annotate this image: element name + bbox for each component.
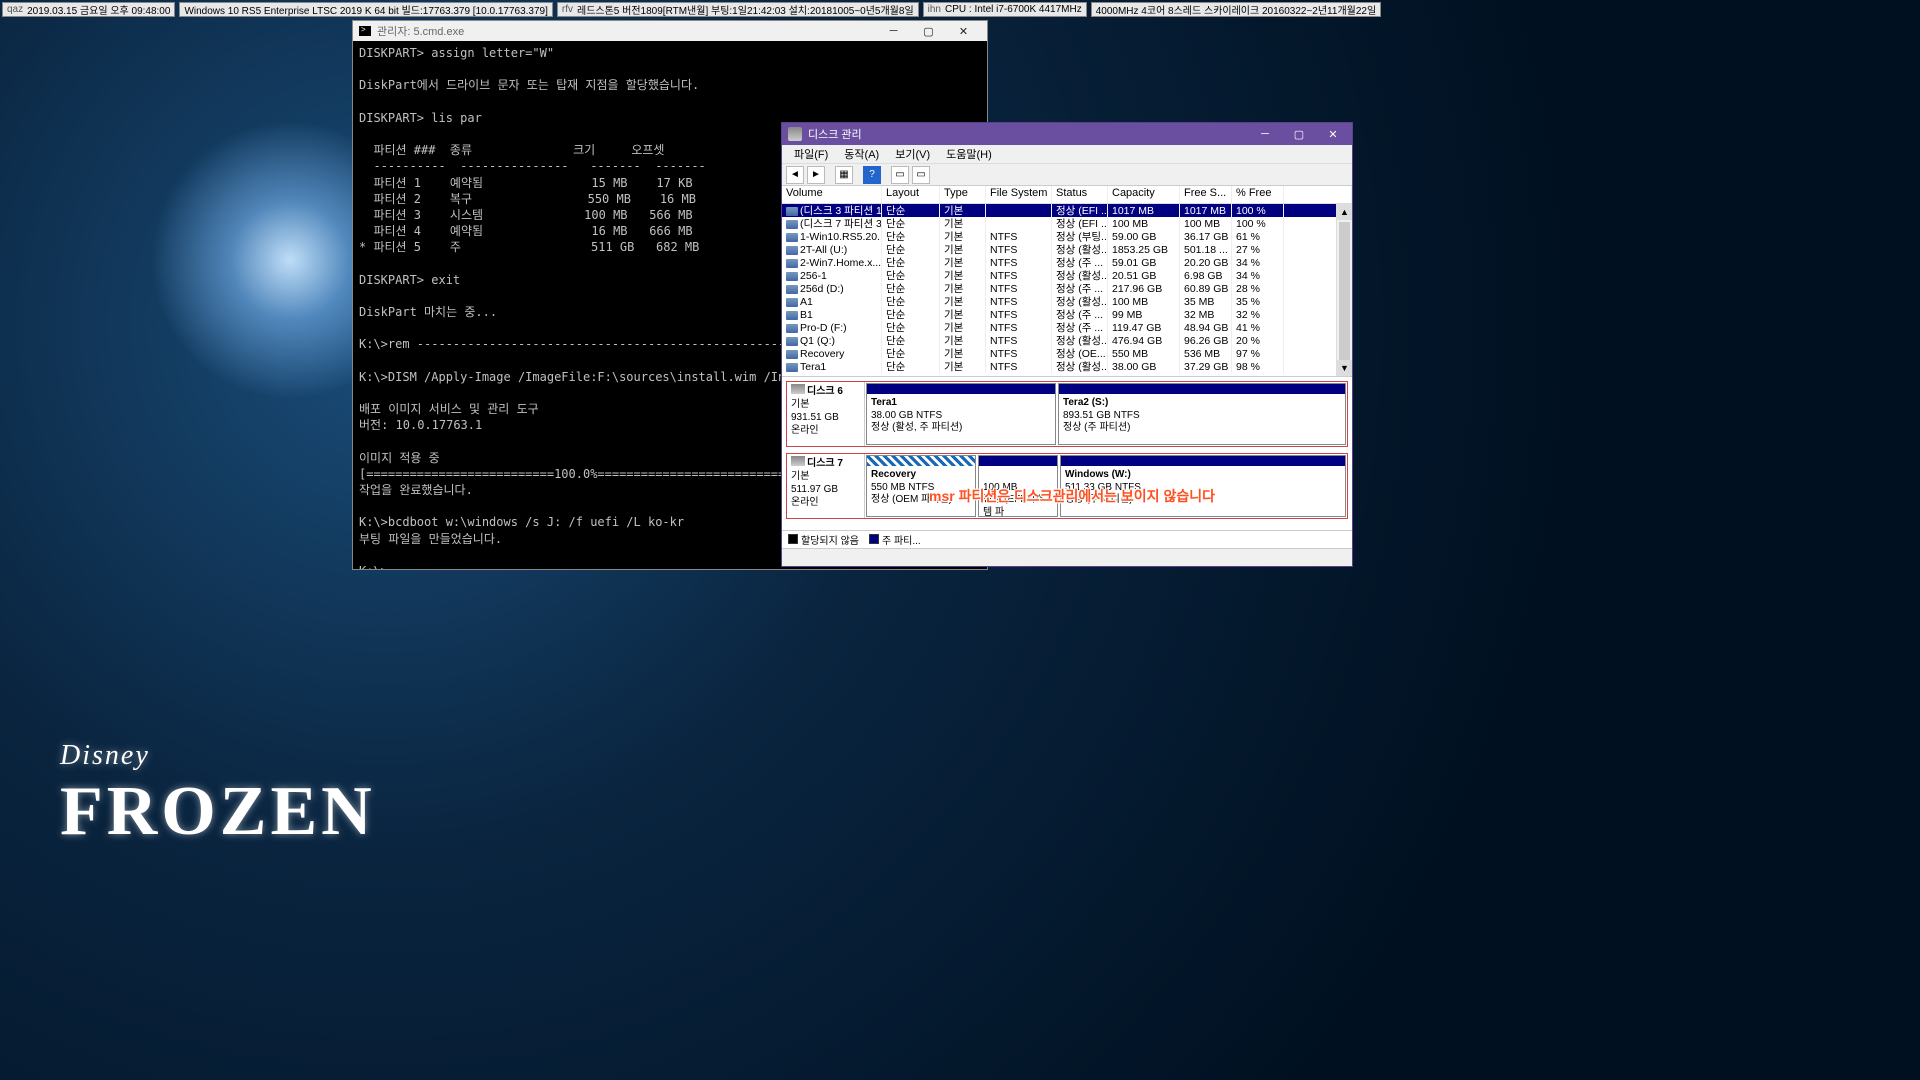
disk-block[interactable]: 디스크 6기본931.51 GB온라인Tera138.00 GB NTFS정상 … (786, 381, 1348, 447)
desktop-info-bars: qaz2019.03.15 금요일 오후 09:48:00 Windows 10 … (0, 0, 1920, 19)
scrollbar[interactable]: ▲ ▼ (1336, 204, 1352, 376)
menu-item[interactable]: 도움말(H) (938, 144, 1000, 164)
close-button[interactable]: ✕ (946, 22, 981, 40)
info-bar: rfv레드스톤5 버전1809[RTM낸월] 부팅:1일21:42:03 설치:… (557, 2, 919, 17)
disk-icon (788, 127, 802, 141)
volume-row[interactable]: A1단순기본NTFS정상 (활성...100 MB35 MB35 % (782, 295, 1352, 308)
dm-legend: 할당되지 않음 주 파티... (782, 530, 1352, 548)
dm-menubar[interactable]: 파일(F)동작(A)보기(V)도움말(H) (782, 145, 1352, 164)
close-button[interactable]: ✕ (1316, 124, 1350, 144)
column-header[interactable]: Layout (882, 186, 940, 203)
menu-item[interactable]: 동작(A) (836, 144, 887, 164)
disk-management-window[interactable]: 디스크 관리 ─ ▢ ✕ 파일(F)동작(A)보기(V)도움말(H) ◄ ► ▦… (781, 122, 1353, 567)
volume-row[interactable]: 256-1단순기본NTFS정상 (활성...20.51 GB6.98 GB34 … (782, 269, 1352, 282)
column-header[interactable]: Capacity (1108, 186, 1180, 203)
disk-graphical-view[interactable]: 디스크 6기본931.51 GB온라인Tera138.00 GB NTFS정상 … (782, 376, 1352, 530)
volume-row[interactable]: 256d (D:)단순기본NTFS정상 (주 ...217.96 GB60.89… (782, 282, 1352, 295)
scroll-thumb[interactable] (1339, 222, 1350, 362)
partition[interactable]: Tera2 (S:)893.51 GB NTFS정상 (주 파티션) (1058, 383, 1346, 445)
volume-row[interactable]: B1단순기본NTFS정상 (주 ...99 MB32 MB32 % (782, 308, 1352, 321)
volume-row[interactable]: Tera1단순기본NTFS정상 (활성...38.00 GB37.29 GB98… (782, 360, 1352, 373)
volume-row[interactable]: Recovery단순기본NTFS정상 (OE...550 MB536 MB97 … (782, 347, 1352, 360)
legend-unallocated: 할당되지 않음 (801, 536, 859, 547)
info-bar: qaz2019.03.15 금요일 오후 09:48:00 (2, 2, 175, 17)
cmd-icon (359, 26, 371, 36)
minimize-button[interactable]: ─ (876, 22, 911, 40)
layout-button-2[interactable]: ▭ (912, 166, 930, 184)
cmd-title-text: 관리자: 5.cmd.exe (377, 23, 464, 39)
legend-primary: 주 파티... (882, 536, 921, 547)
scroll-down-icon[interactable]: ▼ (1337, 360, 1352, 376)
scroll-up-icon[interactable]: ▲ (1337, 204, 1352, 220)
forward-button[interactable]: ► (807, 166, 825, 184)
view-button[interactable]: ▦ (835, 166, 853, 184)
volume-row[interactable]: (디스크 3 파티션 1)단순기본정상 (EFI ...1017 MB1017 … (782, 204, 1352, 217)
minimize-button[interactable]: ─ (1248, 124, 1282, 144)
volume-row[interactable]: (디스크 7 파티션 3)단순기본정상 (EFI ...100 MB100 MB… (782, 217, 1352, 230)
maximize-button[interactable]: ▢ (1282, 124, 1316, 144)
annotation-text: msr 파티션은 디스크관리에서는 보이지 않습니다 (802, 486, 1342, 506)
column-header[interactable]: Status (1052, 186, 1108, 203)
menu-item[interactable]: 보기(V) (887, 144, 938, 164)
dm-statusbar (782, 548, 1352, 566)
volume-row[interactable]: 1-Win10.RS5.20...단순기본NTFS정상 (부팅...59.00 … (782, 230, 1352, 243)
maximize-button[interactable]: ▢ (911, 22, 946, 40)
layout-button-1[interactable]: ▭ (891, 166, 909, 184)
column-header[interactable]: Free S... (1180, 186, 1232, 203)
wallpaper-brand: Disney (60, 740, 376, 772)
info-bar: Windows 10 RS5 Enterprise LTSC 2019 K 64… (179, 2, 552, 17)
help-button[interactable]: ? (863, 166, 881, 184)
wallpaper-text: Disney FROZEN (60, 740, 376, 852)
column-header[interactable]: Volume (782, 186, 882, 203)
cmd-titlebar[interactable]: 관리자: 5.cmd.exe ─ ▢ ✕ (353, 21, 987, 41)
menu-item[interactable]: 파일(F) (786, 144, 836, 164)
volume-list-header[interactable]: VolumeLayoutTypeFile SystemStatusCapacit… (782, 186, 1352, 204)
volume-list[interactable]: (디스크 3 파티션 1)단순기본정상 (EFI ...1017 MB1017 … (782, 204, 1352, 376)
column-header[interactable]: Type (940, 186, 986, 203)
dm-titlebar[interactable]: 디스크 관리 ─ ▢ ✕ (782, 123, 1352, 145)
partition[interactable]: Tera138.00 GB NTFS정상 (활성, 주 파티션) (866, 383, 1056, 445)
info-bar: 4000MHz 4코어 8스레드 스카이레이크 20160322~2년11개월2… (1091, 2, 1381, 17)
wallpaper-title: FROZEN (60, 772, 376, 852)
column-header[interactable]: % Free (1232, 186, 1284, 203)
dm-toolbar[interactable]: ◄ ► ▦ ? ▭ ▭ (782, 164, 1352, 186)
column-header[interactable]: File System (986, 186, 1052, 203)
volume-row[interactable]: 2T-All (U:)단순기본NTFS정상 (활성...1853.25 GB50… (782, 243, 1352, 256)
volume-row[interactable]: Pro-D (F:)단순기본NTFS정상 (주 ...119.47 GB48.9… (782, 321, 1352, 334)
info-bar: ihnCPU : Intel i7-6700K 4417MHz (923, 2, 1087, 17)
volume-row[interactable]: 2-Win7.Home.x...단순기본NTFS정상 (주 ...59.01 G… (782, 256, 1352, 269)
volume-row[interactable]: Q1 (Q:)단순기본NTFS정상 (활성...476.94 GB96.26 G… (782, 334, 1352, 347)
dm-title-text: 디스크 관리 (808, 126, 862, 142)
back-button[interactable]: ◄ (786, 166, 804, 184)
